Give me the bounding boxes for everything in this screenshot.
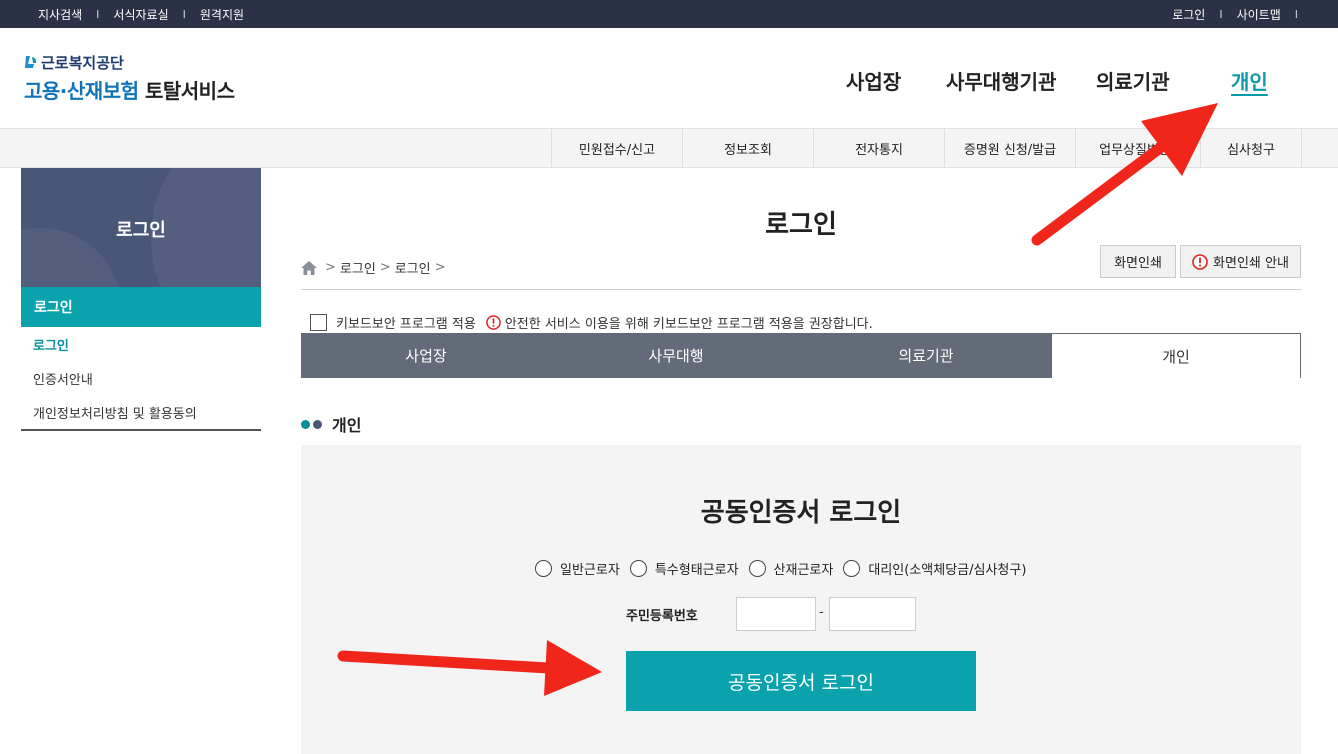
top-login-link[interactable]: 로그인 [1162, 6, 1215, 23]
submenu-certificate[interactable]: 증명원 신청/발급 [944, 129, 1075, 167]
branch-search-link[interactable]: 지사검색 [28, 6, 92, 23]
warning-circle-icon [1192, 253, 1208, 270]
radio-special-worker[interactable] [629, 560, 647, 577]
logo-service: 고용·산재보험 토탈서비스 [24, 75, 235, 104]
logo-service-a: 고용·산재보험 [24, 79, 139, 103]
radio-label: 산재근로자 [773, 563, 834, 578]
lnb-item-certificate-guide[interactable]: 인증서안내 [21, 361, 261, 395]
submenu-info-lookup[interactable]: 정보조회 [682, 129, 813, 167]
site-logo[interactable]: 근로복지공단 고용·산재보험 토탈서비스 [24, 52, 235, 104]
user-type-radio-group: 일반근로자 특수형태근로자 산재근로자 대리인(소액체당금/심사청구) [535, 559, 1036, 578]
site-header: 근로복지공단 고용·산재보험 토탈서비스 사업장 사무대행기관 의료기관 개인 [0, 28, 1338, 128]
keyboard-security-checkbox[interactable] [310, 314, 327, 331]
breadcrumb-chevron-icon: > [379, 260, 391, 275]
keyboard-security-label: 키보드보안 프로그램 적용 [336, 317, 476, 332]
submenu-review-request[interactable]: 심사청구 [1200, 129, 1302, 167]
remote-support-link[interactable]: 원격지원 [190, 6, 254, 23]
lnb-list: 로그인 인증서안내 개인정보처리방침 및 활용동의 [21, 327, 261, 431]
certificate-login-button[interactable]: 공동인증서 로그인 [626, 651, 976, 711]
sub-menu-bar: 민원접수/신고 정보조회 전자통지 증명원 신청/발급 업무상질병판정 심사청구 [0, 128, 1338, 168]
section-title: 개인 [301, 412, 361, 436]
lnb-header: 로그인 [21, 168, 261, 287]
top-separator: I [1219, 7, 1223, 21]
warning-circle-icon [486, 315, 501, 330]
print-button[interactable]: 화면인쇄 [1100, 245, 1176, 278]
logo-service-b: 토탈서비스 [144, 79, 235, 103]
section-title-text: 개인 [332, 416, 362, 435]
gnb-workplace[interactable]: 사업장 [846, 66, 901, 95]
lnb-active-item[interactable]: 로그인 [21, 287, 261, 327]
home-icon[interactable] [301, 260, 317, 275]
tab-personal[interactable]: 개인 [1051, 333, 1301, 378]
login-box-heading: 공동인증서 로그인 [700, 498, 902, 528]
top-links-left: 지사검색 I 서식자료실 I 원격지원 [28, 0, 254, 28]
certificate-login-box: 공동인증서 로그인 일반근로자 특수형태근로자 산재근로자 대리인(소액체당금/… [301, 445, 1301, 754]
resident-number-label: 주민등록번호 [626, 609, 698, 624]
breadcrumb-item[interactable]: 로그인 [395, 258, 431, 277]
lnb-title: 로그인 [116, 220, 166, 241]
kcomwel-logo-icon [25, 55, 37, 68]
breadcrumb-chevron-icon: > [434, 260, 446, 275]
title-divider [301, 289, 1301, 290]
submenu-e-notice[interactable]: 전자통지 [813, 129, 944, 167]
breadcrumb-item[interactable]: 로그인 [340, 258, 376, 277]
submenu-civil-petition[interactable]: 민원접수/신고 [551, 129, 682, 167]
radio-label: 대리인(소액체당금/심사청구) [868, 563, 1027, 578]
breadcrumb-chevron-icon: > [325, 260, 336, 275]
top-links-right: 로그인 I 사이트맵 I [1162, 0, 1302, 28]
bullet-dot-icon [313, 419, 322, 429]
radio-general-worker[interactable] [535, 560, 552, 577]
top-separator: I [182, 7, 186, 21]
logo-org-text: 근로복지공단 [41, 54, 124, 72]
radio-label: 일반근로자 [560, 563, 620, 578]
top-separator: I [96, 7, 100, 21]
print-guide-label: 화면인쇄 안내 [1213, 256, 1289, 271]
gnb-agency[interactable]: 사무대행기관 [946, 66, 1056, 95]
logo-org: 근로복지공단 [24, 52, 234, 73]
submenu-disease-judgement[interactable]: 업무상질병판정 [1075, 129, 1206, 167]
keyboard-security-notice: 안전한 서비스 이용을 위해 키보드보안 프로그램 적용을 권장합니다. [504, 317, 873, 332]
gnb-personal[interactable]: 개인 [1231, 66, 1268, 95]
top-utility-bar: 지사검색 I 서식자료실 I 원격지원 로그인 I 사이트맵 I [0, 0, 1338, 28]
sitemap-link[interactable]: 사이트맵 [1227, 6, 1291, 23]
radio-agent[interactable] [843, 560, 861, 577]
login-type-tabs: 사업장 사무대행 의료기관 개인 [301, 333, 1301, 378]
bullet-dot-icon [301, 419, 310, 429]
breadcrumb: > 로그인 > 로그인 > [301, 258, 450, 277]
resident-number-dash: - [819, 605, 824, 620]
radio-injured-worker[interactable] [748, 560, 766, 577]
gnb-medical[interactable]: 의료기관 [1096, 66, 1170, 95]
top-separator: I [1294, 7, 1298, 21]
radio-label: 특수형태근로자 [654, 563, 739, 578]
page-title: 로그인 [765, 210, 837, 240]
print-guide-button[interactable]: 화면인쇄 안내 [1180, 245, 1301, 278]
lnb-item-privacy-policy[interactable]: 개인정보처리방침 및 활용동의 [21, 395, 261, 429]
tab-medical[interactable]: 의료기관 [801, 333, 1051, 378]
lnb-item-login[interactable]: 로그인 [21, 327, 261, 361]
resident-number-front-input[interactable] [736, 597, 816, 631]
keyboard-security-row: 키보드보안 프로그램 적용 안전한 서비스 이용을 위해 키보드보안 프로그램 … [310, 313, 873, 332]
resident-number-back-input[interactable] [829, 597, 916, 631]
tab-agency[interactable]: 사무대행 [551, 333, 801, 378]
tab-workplace[interactable]: 사업장 [301, 333, 551, 378]
forms-library-link[interactable]: 서식자료실 [103, 6, 178, 23]
